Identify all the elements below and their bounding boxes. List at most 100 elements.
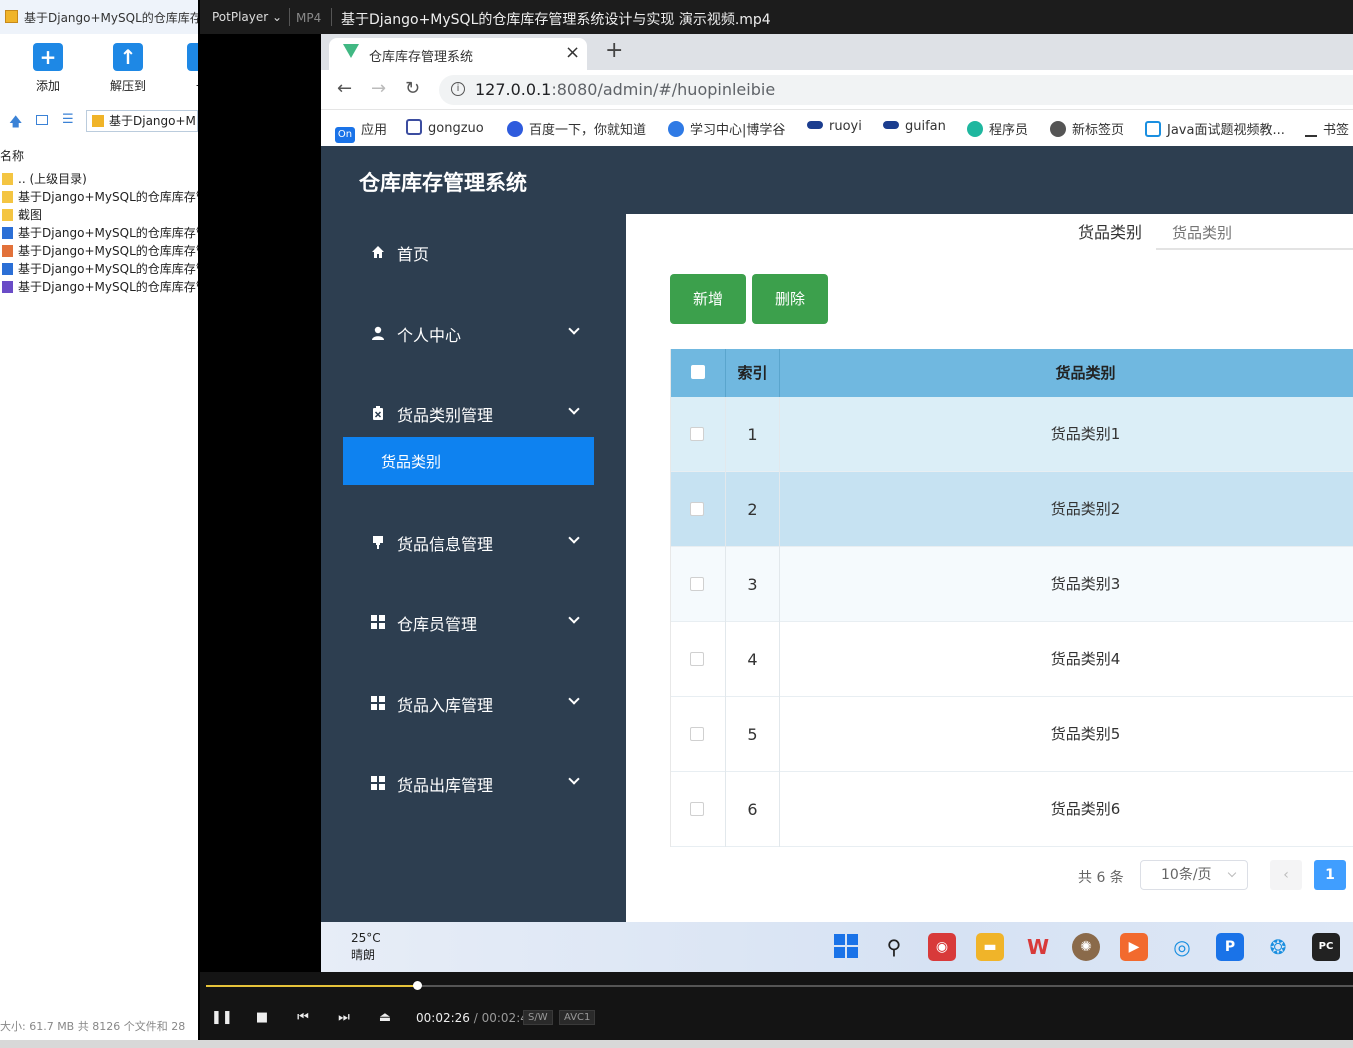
menu-item-profile[interactable]: 个人中心 xyxy=(321,313,626,353)
file-row[interactable]: 基于Django+MySQL的仓库库存管 xyxy=(0,260,198,278)
url-field[interactable]: i 127.0.0.1:8080/admin/#/huopinleibie xyxy=(439,75,1353,105)
new-tab-button[interactable]: + xyxy=(605,38,623,63)
category-table: 索引 货品类别 1 货品类别1 2 货品类别2 3 货品类别3 4 货品类别4 … xyxy=(670,349,1353,847)
file-explorer-icon[interactable]: ▬ xyxy=(976,933,1004,961)
file-row[interactable]: 截图 xyxy=(0,206,198,224)
bookmark-guifan[interactable]: guifan xyxy=(883,119,946,134)
row-checkbox[interactable] xyxy=(690,802,704,816)
folder-icon xyxy=(2,173,13,185)
pycharm-icon[interactable]: PC xyxy=(1312,933,1340,961)
seek-handle[interactable] xyxy=(413,981,422,990)
bookmark-chengxuyuan[interactable]: 程序员 xyxy=(967,119,1028,138)
more-tool-button[interactable]: 一 xyxy=(172,40,198,96)
up-arrow-icon[interactable]: 🡅 xyxy=(9,113,22,135)
menu-label: 个人中心 xyxy=(397,326,462,345)
address-field[interactable]: 基于Django+M xyxy=(86,110,198,132)
back-arrow-icon[interactable]: ← xyxy=(337,78,352,99)
previous-icon[interactable]: ⏮ xyxy=(293,1008,313,1028)
video-area[interactable]: 仓库库存管理系统 × + ← → ↻ i 127.0.0.1:8080/admi… xyxy=(200,34,1353,972)
page-size-select[interactable]: 10条/页 xyxy=(1140,860,1248,890)
table-row[interactable]: 1 货品类别1 xyxy=(671,397,1353,472)
row-checkbox[interactable] xyxy=(690,577,704,591)
p-app-icon[interactable]: P xyxy=(1216,933,1244,961)
header-category[interactable]: 货品类别 xyxy=(780,349,1353,397)
site-info-icon[interactable]: i xyxy=(451,82,465,96)
vue-logo-icon xyxy=(343,44,359,58)
menu-item-category-mgmt[interactable]: 货品类别管理 xyxy=(321,393,626,433)
c-logo-icon xyxy=(967,121,983,137)
row-index: 5 xyxy=(726,697,780,772)
menu-item-staff[interactable]: 仓库员管理 xyxy=(321,602,626,642)
list-icon[interactable]: ☰ xyxy=(62,112,74,127)
bookmark-label: 程序员 xyxy=(989,123,1029,138)
menu-item-outbound[interactable]: 货品出库管理 xyxy=(321,763,626,803)
view-icon[interactable] xyxy=(36,115,48,125)
page-1-button[interactable]: 1 xyxy=(1314,860,1346,890)
game-icon[interactable]: ✺ xyxy=(1072,933,1100,961)
menu-item-goods-info[interactable]: 货品信息管理 xyxy=(321,522,626,562)
table-row[interactable]: 5 货品类别5 xyxy=(671,697,1353,772)
extract-button[interactable]: ↑ 解压到 xyxy=(98,40,158,96)
file-row[interactable]: 基于Django+MySQL的仓库库存管 xyxy=(0,188,198,206)
menu-item-inbound[interactable]: 货品入库管理 xyxy=(321,683,626,723)
name-column-header[interactable]: 名称 xyxy=(0,147,24,164)
bookmark-gongzuo[interactable]: gongzuo xyxy=(406,119,484,136)
multicolor-app-icon[interactable]: ❂ xyxy=(1264,933,1292,961)
bookmark-newtab[interactable]: 新标签页 xyxy=(1050,119,1124,138)
weather-widget[interactable]: 25°C 晴朗 xyxy=(351,930,381,964)
table-row[interactable]: 2 货品类别2 xyxy=(671,472,1353,547)
add-record-button[interactable]: 新增 xyxy=(670,274,746,324)
edge-icon[interactable]: ◎ xyxy=(1168,933,1196,961)
submenu-item-category[interactable]: 货品类别 xyxy=(343,437,594,485)
player-app-icon[interactable]: ▶ xyxy=(1120,933,1148,961)
weather-condition: 晴朗 xyxy=(351,948,376,962)
add-button[interactable]: + 添加 xyxy=(18,40,78,96)
url-host: 127.0.0.1 xyxy=(475,80,552,99)
forward-arrow-icon[interactable]: → xyxy=(371,78,386,99)
menu-label: 货品类别管理 xyxy=(397,406,494,425)
bookmark-apps[interactable]: On 应用 xyxy=(335,119,387,143)
menu-item-home[interactable]: 首页 xyxy=(321,232,626,272)
tab-active[interactable]: 仓库库存管理系统 × xyxy=(329,38,587,70)
player-menu-button[interactable]: PotPlayer ⌄ xyxy=(212,10,282,24)
table-row[interactable]: 4 货品类别4 xyxy=(671,622,1353,697)
main-content: 货品类别 新增 删除 索引 货品类别 1 货品类别1 2 货品类别2 xyxy=(626,214,1353,922)
row-checkbox[interactable] xyxy=(690,502,704,516)
search-icon[interactable]: ⚲ xyxy=(880,933,908,961)
file-row[interactable]: 基于Django+MySQL的仓库库存管 xyxy=(0,224,198,242)
start-icon[interactable] xyxy=(832,933,860,961)
file-row[interactable]: .. (上级目录) xyxy=(0,170,198,188)
table-row[interactable]: 6 货品类别6 xyxy=(671,772,1353,847)
bookmark-ruoyi[interactable]: ruoyi xyxy=(807,119,862,134)
file-row[interactable]: 基于Django+MySQL的仓库库存管 xyxy=(0,278,198,296)
category-search-input[interactable] xyxy=(1156,214,1353,250)
select-all-checkbox[interactable] xyxy=(691,365,705,379)
next-icon[interactable]: ⏭ xyxy=(334,1008,354,1028)
eject-icon[interactable]: ⏏ xyxy=(375,1008,395,1028)
grid-icon xyxy=(371,695,385,710)
bookmark-java[interactable]: Java面试题视频教... xyxy=(1145,119,1285,138)
word-icon xyxy=(2,263,13,275)
decoder-tag[interactable]: S/W xyxy=(523,1010,553,1025)
row-checkbox[interactable] xyxy=(690,652,704,666)
bookmark-shuqian[interactable]: 书签 xyxy=(1305,119,1349,138)
bookmark-boxuegu[interactable]: 学习中心|博学谷 xyxy=(668,119,785,138)
row-checkbox[interactable] xyxy=(690,427,704,441)
bookmark-label: gongzuo xyxy=(428,121,484,136)
word-icon xyxy=(2,227,13,239)
prev-page-button[interactable]: ‹ xyxy=(1270,860,1302,890)
stop-icon[interactable]: ■ xyxy=(252,1008,272,1028)
header-index[interactable]: 索引 xyxy=(726,349,780,397)
codec-tag[interactable]: AVC1 xyxy=(559,1010,596,1025)
wps-icon[interactable]: W xyxy=(1024,933,1052,961)
row-checkbox[interactable] xyxy=(690,727,704,741)
tab-close-icon[interactable]: × xyxy=(565,42,580,63)
reload-icon[interactable]: ↻ xyxy=(405,78,420,99)
table-row[interactable]: 3 货品类别3 xyxy=(671,547,1353,622)
chat-app-icon[interactable]: ◉ xyxy=(928,933,956,961)
pause-icon[interactable]: ❚❚ xyxy=(211,1008,233,1028)
file-row[interactable]: 基于Django+MySQL的仓库库存管 xyxy=(0,242,198,260)
bookmark-baidu[interactable]: 百度一下，你就知道 xyxy=(507,119,646,138)
delete-button[interactable]: 删除 xyxy=(752,274,828,324)
row-index: 1 xyxy=(726,397,780,472)
